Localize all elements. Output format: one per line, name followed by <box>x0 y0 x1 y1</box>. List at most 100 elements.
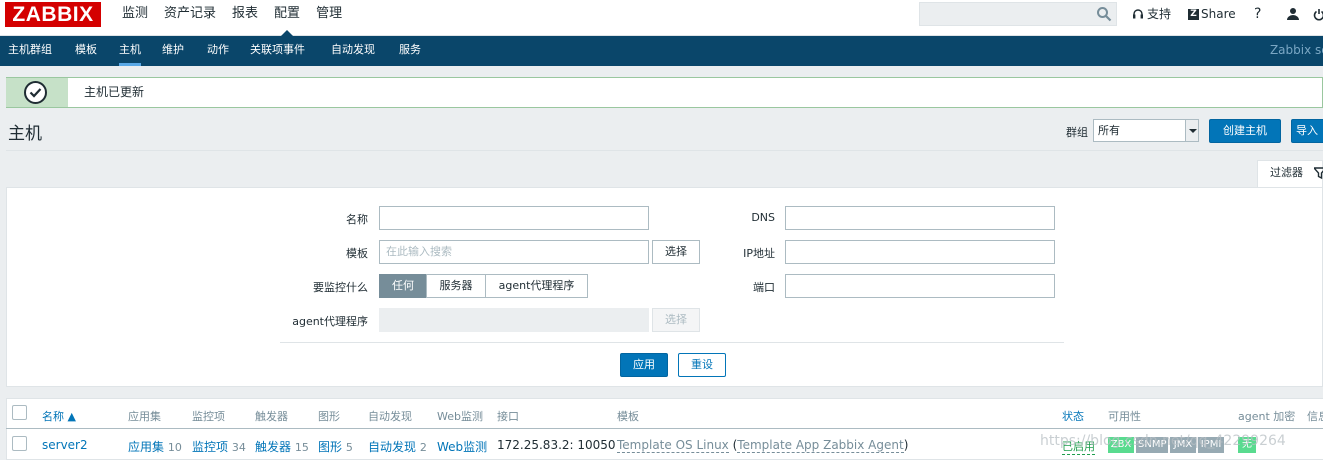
filter-template-label: 模板 <box>346 247 368 260</box>
column-header-agent-encryption: agent 加密 <box>1238 410 1296 423</box>
filter-port-input[interactable] <box>785 274 1055 298</box>
column-header-availability: 可用性 <box>1108 410 1141 423</box>
main-menu-configuration[interactable]: 配置 <box>266 0 308 37</box>
triggers-label: 触发器 <box>255 440 292 454</box>
filter-icon <box>1314 167 1323 179</box>
graphs-count: 5 <box>345 441 353 454</box>
headset-icon <box>1133 9 1143 19</box>
success-message: 主机已更新 <box>6 77 1323 108</box>
filter-ip-label: IP地址 <box>743 247 775 260</box>
support-link[interactable]: 支持 <box>1132 4 1171 24</box>
column-header-web: Web监测 <box>437 410 483 423</box>
top-bar: ZABBIX 监测 资产记录 报表 配置 管理 支持 Z Share ? <box>0 0 1323 37</box>
filter-divider <box>280 342 1064 343</box>
template-link[interactable]: Template OS Linux <box>617 438 729 453</box>
sub-menu-hosts[interactable]: 主机 <box>119 36 141 66</box>
message-text: 主机已更新 <box>84 85 145 99</box>
discovery-count: 2 <box>419 441 427 454</box>
monitored-by-server[interactable]: 服务器 <box>426 274 486 298</box>
column-header-applications: 应用集 <box>128 410 161 423</box>
row-checkbox[interactable] <box>12 436 27 451</box>
filter-proxy-label: agent代理程序 <box>292 315 368 328</box>
host-name-link[interactable]: server2 <box>42 438 88 452</box>
share-label: Share <box>1201 7 1236 21</box>
filter-proxy-input <box>379 308 649 332</box>
monitored-by-proxy[interactable]: agent代理程序 <box>485 274 588 298</box>
support-label: 支持 <box>1147 7 1172 21</box>
sub-menu-services[interactable]: 服务 <box>399 36 421 64</box>
filter-name-input[interactable] <box>379 206 649 230</box>
main-menu: 监测 资产记录 报表 配置 管理 <box>114 0 350 37</box>
column-header-templates: 模板 <box>617 410 639 423</box>
sign-out-link[interactable] <box>1313 4 1323 24</box>
filter-reset-button[interactable]: 重设 <box>678 353 726 377</box>
select-all-checkbox[interactable] <box>12 405 27 420</box>
sub-menu-actions[interactable]: 动作 <box>207 36 229 64</box>
message-status-box <box>6 78 68 107</box>
sub-menu-event-correlation[interactable]: 关联项事件 <box>250 36 305 64</box>
column-header-discovery: 自动发现 <box>368 410 412 423</box>
header-divider <box>6 150 1323 151</box>
filter-port-label: 端口 <box>753 281 775 294</box>
zabbix-share-icon: Z <box>1188 8 1199 20</box>
monitored-by-any[interactable]: 任何 <box>379 274 427 298</box>
group-filter-label: 群组 <box>1066 126 1088 139</box>
host-triggers-link[interactable]: 触发器 15 <box>255 438 309 455</box>
host-templates: Template OS Linux (Template App Zabbix A… <box>617 438 909 453</box>
import-button[interactable]: 导入 <box>1291 119 1323 143</box>
filter-name-label: 名称 <box>346 213 368 226</box>
help-link[interactable]: ? <box>1254 4 1261 24</box>
power-icon <box>1313 8 1323 20</box>
main-menu-administration[interactable]: 管理 <box>308 0 350 36</box>
column-header-items: 监控项 <box>192 410 225 423</box>
column-header-triggers: 触发器 <box>255 410 288 423</box>
filter-dns-input[interactable] <box>785 206 1055 230</box>
sub-menu-discovery[interactable]: 自动发现 <box>331 36 375 64</box>
main-menu-inventory[interactable]: 资产记录 <box>156 0 224 36</box>
user-profile-link[interactable] <box>1286 4 1300 24</box>
group-select-value: 所有 <box>1098 124 1120 137</box>
column-header-info: 信息 <box>1307 410 1323 423</box>
page-title: 主机 <box>8 124 42 144</box>
search-icon[interactable] <box>1096 6 1112 22</box>
items-count: 34 <box>231 441 246 454</box>
column-header-status[interactable]: 状态 <box>1062 408 1084 424</box>
host-web-link[interactable]: Web监测 <box>437 438 487 455</box>
sub-menu: 主机群组 模板 主机 维护 动作 关联项事件 自动发现 服务 Zabbix se… <box>0 36 1323 66</box>
proxy-select-button: 选择 <box>652 308 700 332</box>
parent-template-link[interactable]: Template App Zabbix Agent <box>737 438 904 453</box>
chevron-down-icon <box>1185 120 1198 141</box>
filter-apply-button[interactable]: 应用 <box>620 353 668 377</box>
server-name: Zabbix server <box>1269 43 1323 57</box>
checkmark-icon <box>24 81 47 104</box>
host-interface: 172.25.83.2: 10050 <box>497 438 616 452</box>
create-host-button[interactable]: 创建主机 <box>1209 119 1281 143</box>
filter-tab[interactable]: 过滤器 <box>1257 160 1323 187</box>
sub-menu-host-groups[interactable]: 主机群组 <box>8 36 52 64</box>
main-menu-monitoring[interactable]: 监测 <box>114 0 156 36</box>
host-discovery-link[interactable]: 自动发现 2 <box>368 438 427 455</box>
filter-monitored-by-label: 要监控什么 <box>313 281 368 294</box>
filter-ip-input[interactable] <box>785 240 1055 264</box>
watermark: https://blog.csdn.net/qq_42299264 <box>1040 433 1286 449</box>
main-menu-reports[interactable]: 报表 <box>224 0 266 36</box>
zabbix-logo[interactable]: ZABBIX <box>5 2 101 27</box>
column-header-name[interactable]: 名称 ▲ <box>42 408 76 424</box>
host-applications-link[interactable]: 应用集 10 <box>128 438 182 455</box>
global-search-input[interactable] <box>919 2 1117 26</box>
table-header-divider <box>6 428 1323 429</box>
filter-dns-label: DNS <box>751 211 775 224</box>
filter-tab-label: 过滤器 <box>1270 166 1303 179</box>
host-graphs-link[interactable]: 图形 5 <box>318 438 353 455</box>
column-header-interface: 接口 <box>497 410 519 423</box>
share-link[interactable]: Z Share <box>1188 4 1236 24</box>
applications-label: 应用集 <box>128 440 165 454</box>
discovery-label: 自动发现 <box>368 440 417 454</box>
host-items-link[interactable]: 监控项 34 <box>192 438 246 455</box>
filter-template-input[interactable]: 在此输入搜索 <box>379 240 649 264</box>
column-header-graphs: 图形 <box>318 410 340 423</box>
sub-menu-templates[interactable]: 模板 <box>75 36 97 64</box>
group-select[interactable]: 所有 <box>1093 119 1199 142</box>
graphs-label: 图形 <box>318 440 343 454</box>
sub-menu-maintenance[interactable]: 维护 <box>162 36 184 64</box>
